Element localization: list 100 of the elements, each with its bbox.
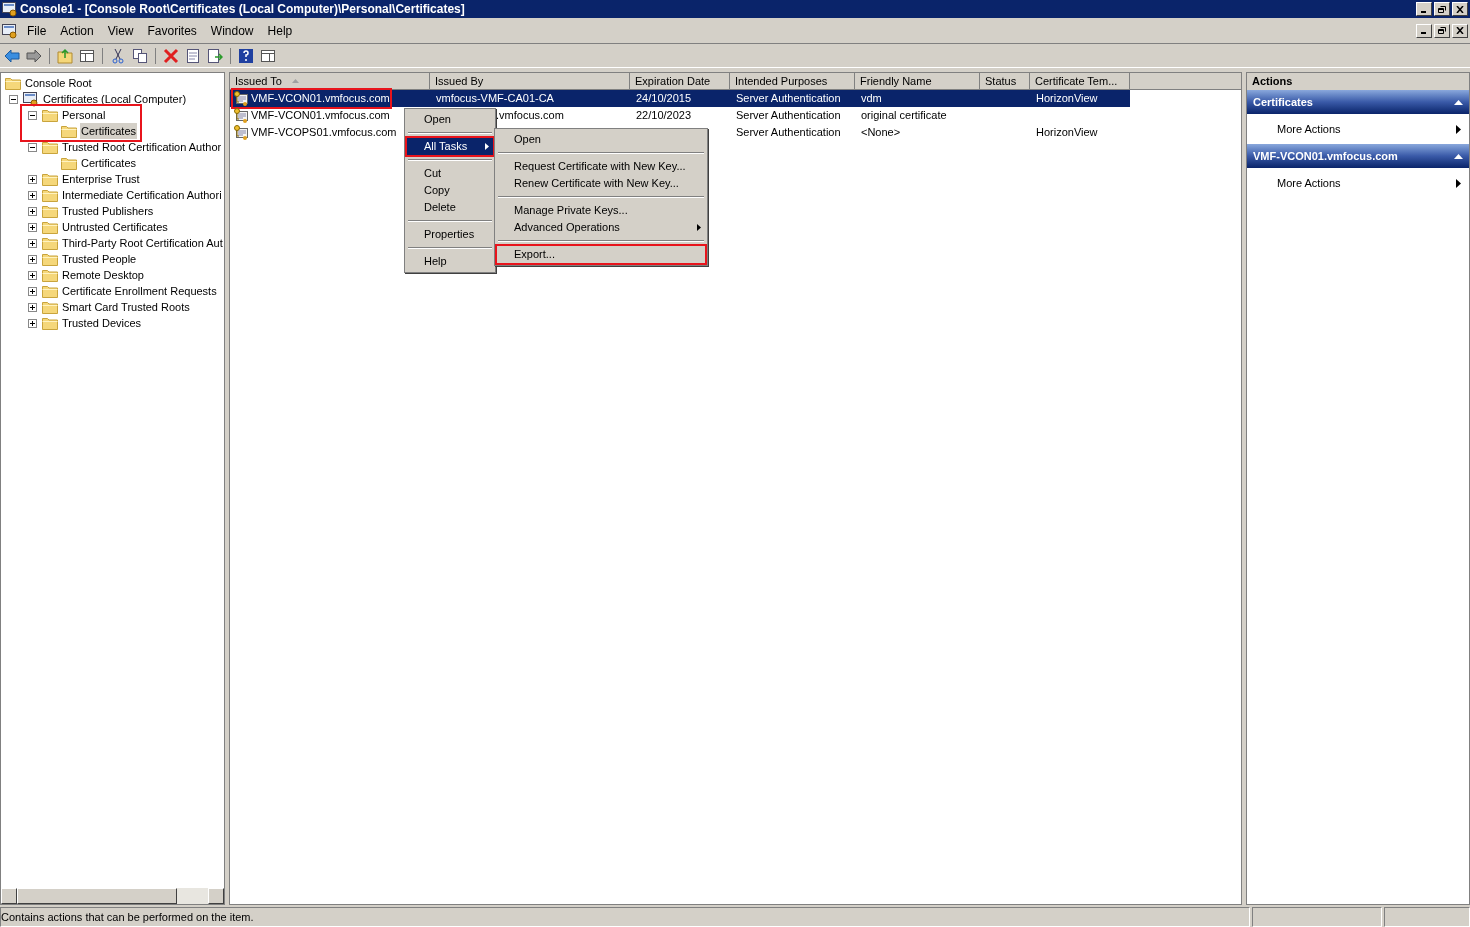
restore-icon[interactable]	[1434, 23, 1450, 38]
table-cell-text: 22/10/2023	[636, 108, 692, 124]
collapse-caret-icon	[1454, 153, 1463, 159]
expand-icon[interactable]	[28, 302, 37, 312]
table-cell-text: Server Authentication	[736, 108, 841, 124]
section-header[interactable]: Certificates	[1247, 90, 1469, 114]
minimize-icon[interactable]	[1416, 23, 1432, 38]
tree-item[interactable]: Certificates (Local Computer)	[42, 91, 188, 107]
folder-icon	[42, 268, 58, 282]
tree-item[interactable]: Certificate Enrollment Requests	[61, 283, 218, 299]
tree-item[interactable]: Untrusted Certificates	[61, 219, 169, 235]
table-cell-text: 24/10/2015	[636, 91, 692, 107]
submenu-arrow-icon	[1456, 178, 1461, 188]
submenu-arrow-icon	[697, 224, 701, 231]
folder-icon	[61, 124, 77, 138]
horizontal-scrollbar[interactable]	[1, 888, 224, 904]
status-text: Contains actions that can be performed on the item.	[1, 909, 254, 925]
tree-item[interactable]: Enterprise Trust	[61, 171, 141, 187]
folder-icon	[42, 108, 58, 122]
menu-item[interactable]: Delete	[407, 199, 493, 216]
menu-item[interactable]: Advanced Operations	[497, 219, 705, 236]
column-header[interactable]: Intended Purposes	[730, 73, 855, 90]
restore-icon[interactable]	[1434, 2, 1450, 16]
menu-bar-item[interactable]: Window	[203, 21, 261, 40]
table-cell[interactable]: VMF-VCON01.vmfocus.com	[251, 90, 390, 107]
sort-arrow-icon	[291, 79, 299, 83]
expand-icon[interactable]	[28, 318, 37, 328]
action-item[interactable]: More Actions	[1247, 114, 1469, 144]
close-icon[interactable]	[1452, 23, 1468, 38]
folder-icon	[42, 220, 58, 234]
expand-icon[interactable]	[28, 174, 37, 184]
expand-icon[interactable]	[28, 254, 37, 264]
column-header[interactable]: Issued To	[230, 73, 430, 90]
submenu-arrow-icon	[1456, 124, 1461, 134]
table-cell-text: Server Authentication	[736, 125, 841, 141]
tree-item[interactable]: Trusted Publishers	[61, 203, 155, 219]
folder-icon	[42, 284, 58, 298]
expand-icon[interactable]	[28, 190, 37, 200]
column-header[interactable]: Expiration Date	[630, 73, 730, 90]
menu-item[interactable]: Export...	[497, 246, 705, 263]
tree-item[interactable]: Remote Desktop	[61, 267, 145, 283]
expand-icon[interactable]	[28, 206, 37, 216]
folder-icon	[42, 188, 58, 202]
menu-item[interactable]: Copy	[407, 182, 493, 199]
table-cell[interactable]: VMF-VCON01.vmfocus.com	[251, 107, 390, 124]
column-header[interactable]: Status	[980, 73, 1030, 90]
tree-item[interactable]: Third-Party Root Certification Aut	[61, 235, 224, 251]
menu-item[interactable]: Properties	[407, 226, 493, 243]
menu-item[interactable]: Renew Certificate with New Key...	[497, 175, 705, 192]
tree-item[interactable]: Console Root	[24, 75, 93, 91]
minimize-icon[interactable]	[1416, 2, 1432, 16]
menu-item[interactable]: Help	[407, 253, 493, 270]
column-header[interactable]: Certificate Tem...	[1030, 73, 1130, 90]
tree-item[interactable]: Trusted People	[61, 251, 138, 267]
folder-icon	[5, 76, 21, 90]
folder-icon	[42, 316, 58, 330]
menu-item[interactable]: Request Certificate with New Key...	[497, 158, 705, 175]
table-cell[interactable]: VMF-VCOPS01.vmfocus.com	[251, 124, 397, 141]
expand-icon[interactable]	[28, 270, 37, 280]
expand-icon[interactable]	[28, 286, 37, 296]
action-item[interactable]: More Actions	[1247, 168, 1469, 198]
folder-icon	[42, 252, 58, 266]
menu-item[interactable]: Manage Private Keys...	[497, 202, 705, 219]
menu-bar-item[interactable]: Action	[53, 21, 101, 40]
column-header[interactable]: Issued By	[430, 73, 630, 90]
collapse-icon[interactable]	[28, 142, 37, 152]
menu-bar-item[interactable]: Favorites	[140, 21, 204, 40]
section-header[interactable]: VMF-VCON01.vmfocus.com	[1247, 144, 1469, 168]
certificate-icon	[23, 91, 39, 107]
certificate-key-icon	[233, 90, 249, 107]
collapse-icon[interactable]	[28, 110, 37, 120]
table-cell-text: <None>	[861, 125, 901, 141]
certificate-key-icon	[233, 124, 249, 141]
menu-bar-item[interactable]: File	[20, 21, 54, 40]
tree-item[interactable]: Intermediate Certification Authori	[61, 187, 223, 203]
table-cell-text: vmfocus-VMF-CA01-CA	[436, 91, 554, 107]
expand-icon[interactable]	[28, 222, 37, 232]
expand-icon[interactable]	[28, 238, 37, 248]
folder-icon	[42, 204, 58, 218]
collapse-caret-icon	[1454, 99, 1463, 105]
tree-item[interactable]: Trusted Devices	[61, 315, 143, 331]
menu-bar-item[interactable]: View	[100, 21, 141, 40]
menu-item[interactable]: Open	[497, 131, 705, 148]
tree-item[interactable]: Certificates	[80, 123, 138, 139]
folder-icon	[42, 140, 58, 154]
folder-icon	[61, 156, 77, 170]
menu-bar-item[interactable]: Help	[260, 21, 300, 40]
collapse-icon[interactable]	[9, 94, 18, 104]
table-cell-text: HorizonView	[1036, 125, 1098, 141]
menu-item[interactable]: All Tasks	[407, 138, 493, 155]
menu-item[interactable]: Open	[407, 111, 493, 128]
tree-item[interactable]: Trusted Root Certification Author	[61, 139, 223, 155]
tree-item[interactable]: Personal	[61, 107, 107, 123]
tree-item[interactable]: Certificates	[80, 155, 138, 171]
tree-item[interactable]: Smart Card Trusted Roots	[61, 299, 191, 315]
folder-icon	[42, 172, 58, 186]
close-icon[interactable]	[1452, 2, 1468, 16]
menu-item[interactable]: Cut	[407, 165, 493, 182]
column-header[interactable]: Friendly Name	[855, 73, 980, 90]
table-cell-text: vdm	[861, 91, 882, 107]
